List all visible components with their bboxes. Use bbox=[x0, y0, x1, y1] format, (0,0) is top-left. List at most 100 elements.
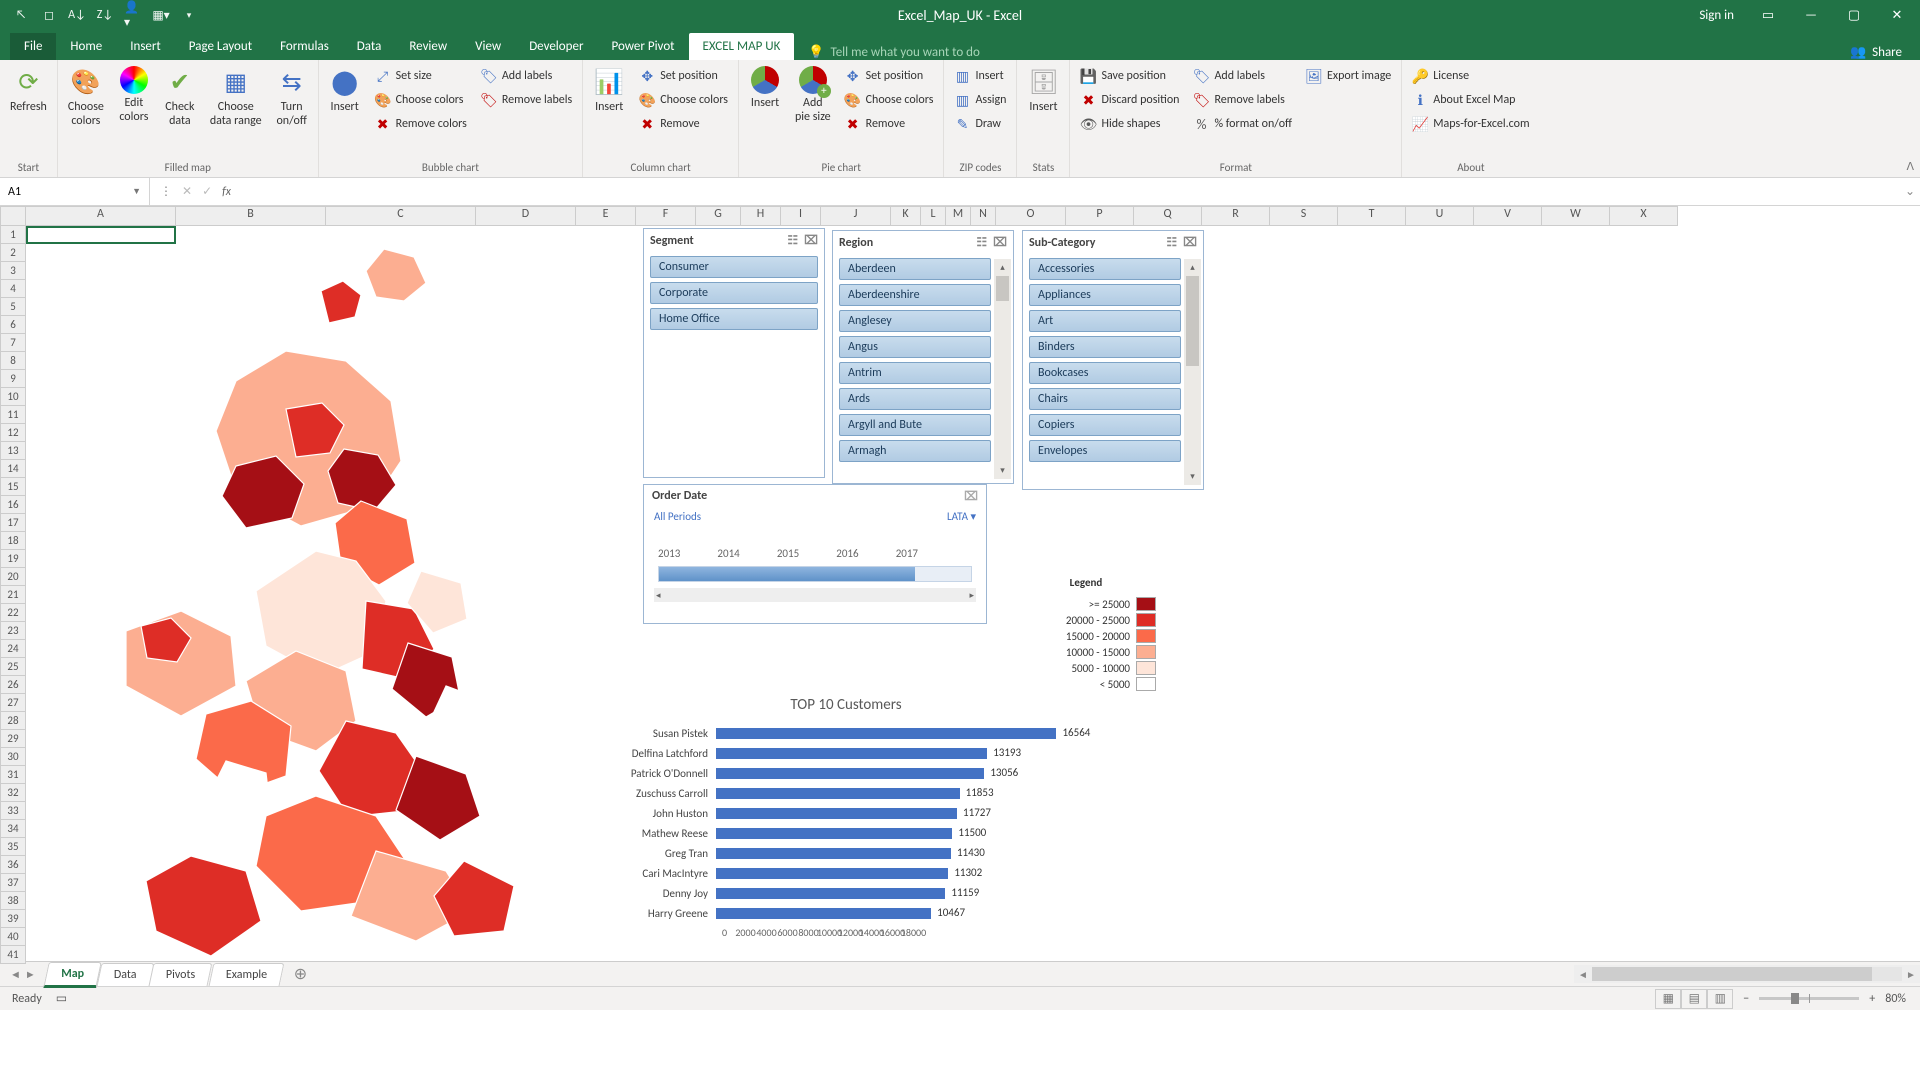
check-data-button[interactable]: ✔Check data bbox=[160, 64, 200, 131]
slicer-subcategory[interactable]: Sub-Category ☷⌧ AccessoriesAppliancesArt… bbox=[1022, 230, 1204, 490]
slicer-scrollbar[interactable]: ▴▾ bbox=[994, 259, 1011, 479]
tab-formulas[interactable]: Formulas bbox=[266, 33, 343, 60]
slicer-item[interactable]: Accessories bbox=[1029, 258, 1181, 280]
slicer-item[interactable]: Chairs bbox=[1029, 388, 1181, 410]
slicer-item[interactable]: Bookcases bbox=[1029, 362, 1181, 384]
edit-colors-button[interactable]: Edit colors bbox=[114, 64, 154, 127]
sheet-tab-example[interactable]: Example bbox=[208, 963, 284, 986]
slicer-item[interactable]: Binders bbox=[1029, 336, 1181, 358]
row-header[interactable]: 17 bbox=[0, 514, 26, 532]
bubble-choose-colors-button[interactable]: 🎨Choose colors bbox=[371, 90, 471, 110]
column-header[interactable]: M bbox=[946, 206, 971, 226]
column-header[interactable]: E bbox=[576, 206, 636, 226]
column-header[interactable]: G bbox=[696, 206, 741, 226]
choose-data-range-button[interactable]: ▦Choose data range bbox=[206, 64, 266, 131]
clear-filter-icon[interactable]: ⌧ bbox=[804, 233, 818, 248]
row-header[interactable]: 19 bbox=[0, 550, 26, 568]
timeline-bar[interactable] bbox=[658, 566, 972, 582]
tab-power-pivot[interactable]: Power Pivot bbox=[597, 33, 688, 60]
slicer-item[interactable]: Angus bbox=[839, 336, 991, 358]
pie-remove-button[interactable]: ✖Remove bbox=[841, 114, 938, 134]
minimize-icon[interactable]: — bbox=[1802, 6, 1820, 24]
column-header[interactable]: X bbox=[1610, 206, 1678, 226]
row-header[interactable]: 8 bbox=[0, 352, 26, 370]
row-header[interactable]: 26 bbox=[0, 676, 26, 694]
row-header[interactable]: 21 bbox=[0, 586, 26, 604]
row-header[interactable]: 30 bbox=[0, 748, 26, 766]
multiselect-icon[interactable]: ☷ bbox=[976, 235, 987, 250]
multiselect-icon[interactable]: ☷ bbox=[1166, 235, 1177, 250]
row-header[interactable]: 18 bbox=[0, 532, 26, 550]
bubble-insert-button[interactable]: ⬤Insert bbox=[325, 64, 365, 117]
tab-review[interactable]: Review bbox=[395, 33, 461, 60]
row-header[interactable]: 3 bbox=[0, 262, 26, 280]
slicer-item[interactable]: Corporate bbox=[650, 282, 818, 304]
row-header[interactable]: 29 bbox=[0, 730, 26, 748]
sheet-tab-data[interactable]: Data bbox=[96, 963, 154, 986]
row-header[interactable]: 35 bbox=[0, 838, 26, 856]
row-header[interactable]: 28 bbox=[0, 712, 26, 730]
bubble-set-size-button[interactable]: ⤢Set size bbox=[371, 66, 471, 86]
zoom-slider[interactable] bbox=[1759, 997, 1859, 1000]
slicer-item[interactable]: Art bbox=[1029, 310, 1181, 332]
row-header[interactable]: 40 bbox=[0, 928, 26, 946]
tab-developer[interactable]: Developer bbox=[515, 33, 597, 60]
hide-shapes-button[interactable]: 👁Hide shapes bbox=[1076, 114, 1183, 134]
row-header[interactable]: 9 bbox=[0, 370, 26, 388]
timeline-order-date[interactable]: Order Date⌧ All PeriodsLATA ▾ 2013201420… bbox=[643, 484, 987, 624]
percent-format-button[interactable]: %% format on/off bbox=[1189, 114, 1296, 134]
column-header[interactable]: F bbox=[636, 206, 696, 226]
name-box[interactable]: A1 ▼ bbox=[0, 178, 150, 205]
row-header[interactable]: 27 bbox=[0, 694, 26, 712]
format-remove-labels-button[interactable]: 🏷Remove labels bbox=[1189, 90, 1296, 110]
page-break-view-icon[interactable]: ▥ bbox=[1707, 989, 1733, 1009]
column-header[interactable]: U bbox=[1406, 206, 1474, 226]
touch-mode-icon[interactable]: ◻ bbox=[40, 6, 58, 24]
column-header[interactable]: J bbox=[821, 206, 891, 226]
slicer-item[interactable]: Ards bbox=[839, 388, 991, 410]
share-button[interactable]: 👥 Share bbox=[1850, 45, 1920, 60]
column-header[interactable]: C bbox=[326, 206, 476, 226]
pie-choose-colors-button[interactable]: 🎨Choose colors bbox=[841, 90, 938, 110]
row-header[interactable]: 13 bbox=[0, 442, 26, 460]
sheet-tab-pivots[interactable]: Pivots bbox=[149, 963, 213, 986]
column-header[interactable]: O bbox=[996, 206, 1066, 226]
expand-formula-bar-icon[interactable]: ⌄ bbox=[1900, 184, 1920, 199]
normal-view-icon[interactable]: ▦ bbox=[1655, 989, 1681, 1009]
row-header[interactable]: 37 bbox=[0, 874, 26, 892]
slicer-item[interactable]: Appliances bbox=[1029, 284, 1181, 306]
row-header[interactable]: 10 bbox=[0, 388, 26, 406]
discard-position-button[interactable]: ✖Discard position bbox=[1076, 90, 1183, 110]
zip-insert-button[interactable]: ▥Insert bbox=[950, 66, 1010, 86]
column-header[interactable]: I bbox=[781, 206, 821, 226]
column-set-position-button[interactable]: ✥Set position bbox=[635, 66, 732, 86]
row-header[interactable]: 20 bbox=[0, 568, 26, 586]
tab-excel-map-uk[interactable]: EXCEL MAP UK bbox=[689, 33, 795, 60]
tab-view[interactable]: View bbox=[461, 33, 515, 60]
row-header[interactable]: 15 bbox=[0, 478, 26, 496]
timeline-scrollbar[interactable]: ◂▸ bbox=[654, 588, 976, 602]
format-add-labels-button[interactable]: 🏷Add labels bbox=[1189, 66, 1296, 86]
stats-insert-button[interactable]: 🗄Insert bbox=[1023, 64, 1063, 117]
row-header[interactable]: 24 bbox=[0, 640, 26, 658]
row-header[interactable]: 36 bbox=[0, 856, 26, 874]
row-header[interactable]: 34 bbox=[0, 820, 26, 838]
row-header[interactable]: 16 bbox=[0, 496, 26, 514]
column-header[interactable]: A bbox=[26, 206, 176, 226]
zoom-level[interactable]: 80% bbox=[1885, 992, 1906, 1006]
row-header[interactable]: 25 bbox=[0, 658, 26, 676]
slicer-segment[interactable]: Segment ☷⌧ ConsumerCorporateHome Office bbox=[643, 228, 825, 478]
bubble-remove-labels-button[interactable]: 🏷Remove labels bbox=[477, 90, 576, 110]
signin-link[interactable]: Sign in bbox=[1699, 8, 1734, 23]
row-header[interactable]: 7 bbox=[0, 334, 26, 352]
row-header[interactable]: 14 bbox=[0, 460, 26, 478]
slicer-item[interactable]: Envelopes bbox=[1029, 440, 1181, 462]
slicer-item[interactable]: Copiers bbox=[1029, 414, 1181, 436]
row-header[interactable]: 23 bbox=[0, 622, 26, 640]
multiselect-icon[interactable]: ☷ bbox=[787, 233, 798, 248]
collapse-ribbon-icon[interactable]: ᐱ bbox=[1906, 160, 1914, 173]
horizontal-scrollbar[interactable]: ◄► bbox=[1574, 965, 1920, 983]
license-button[interactable]: 🔑License bbox=[1408, 66, 1533, 86]
slicer-region[interactable]: Region ☷⌧ AberdeenAberdeenshireAngleseyA… bbox=[832, 230, 1014, 484]
zoom-out-button[interactable]: − bbox=[1743, 992, 1749, 1006]
